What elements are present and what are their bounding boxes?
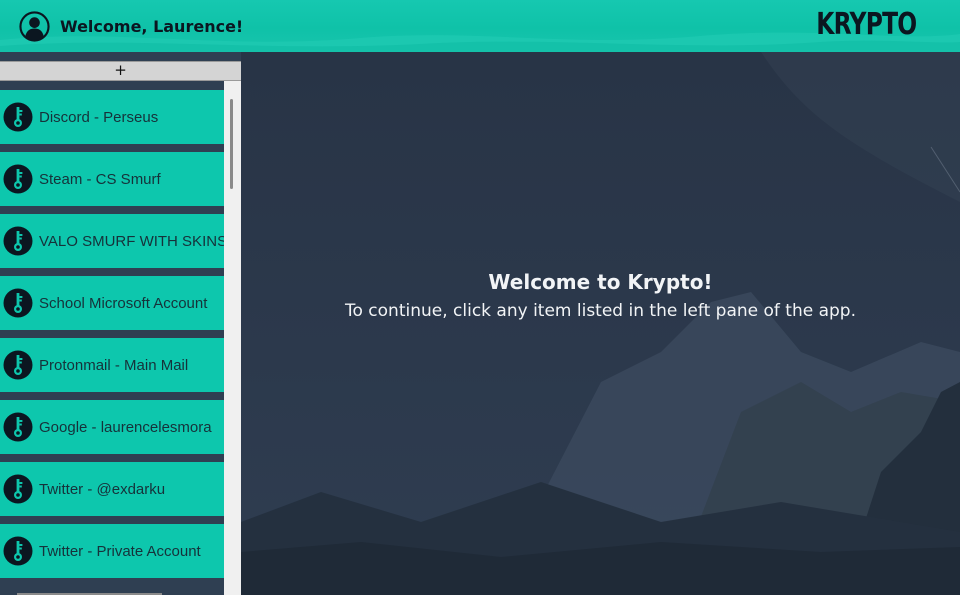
list-item-label: Discord - Perseus xyxy=(39,109,159,126)
list-item[interactable]: VALO SMURF WITH SKINS xyxy=(0,214,224,268)
welcome-message: Welcome, Laurence! xyxy=(60,17,244,36)
list-item[interactable]: School Microsoft Account xyxy=(0,276,224,330)
list-item[interactable]: Protonmail - Main Mail xyxy=(0,338,224,392)
list-item-label: School Microsoft Account xyxy=(39,295,208,312)
welcome-title: Welcome to Krypto! xyxy=(488,270,713,294)
list-item[interactable]: Discord - Perseus xyxy=(0,90,224,144)
vertical-scrollbar[interactable] xyxy=(224,81,241,595)
key-icon xyxy=(3,164,33,194)
scrollbar-thumb[interactable] xyxy=(230,99,233,189)
list-item-label: Steam - CS Smurf xyxy=(39,171,161,188)
account-list[interactable]: Discord - Perseus Steam - CS Smurf VALO … xyxy=(0,81,241,595)
list-item[interactable]: Twitter - Private Account xyxy=(0,524,224,578)
list-item[interactable]: Twitter - @exdarku xyxy=(0,462,224,516)
key-icon xyxy=(3,412,33,442)
list-item-label: VALO SMURF WITH SKINS xyxy=(39,233,224,250)
list-item[interactable]: Steam - CS Smurf xyxy=(0,152,224,206)
key-icon xyxy=(3,288,33,318)
welcome-panel: Welcome to Krypto! To continue, click an… xyxy=(241,270,960,322)
list-item-label: Twitter - Private Account xyxy=(39,543,201,560)
list-item-label: Twitter - @exdarku xyxy=(39,481,166,498)
list-item[interactable]: Google - laurencelesmora xyxy=(0,400,224,454)
main-pane: Welcome to Krypto! To continue, click an… xyxy=(241,52,960,595)
list-item-label: Google - laurencelesmora xyxy=(39,419,212,436)
key-icon xyxy=(3,536,33,566)
key-icon xyxy=(3,102,33,132)
list-item-label: Protonmail - Main Mail xyxy=(39,357,189,374)
user-avatar-icon[interactable] xyxy=(19,11,50,42)
key-icon xyxy=(3,226,33,256)
welcome-instructions: To continue, click any item listed in th… xyxy=(345,301,856,321)
add-item-button[interactable]: + xyxy=(0,61,241,81)
mountain-background xyxy=(241,52,960,595)
key-icon xyxy=(3,350,33,380)
app-header: Welcome, Laurence! KRYPTO xyxy=(0,0,960,52)
sidebar: + Discord - Perseus Steam - CS Smurf VAL… xyxy=(0,52,241,595)
key-icon xyxy=(3,474,33,504)
app-logo: KRYPTO xyxy=(815,7,917,42)
